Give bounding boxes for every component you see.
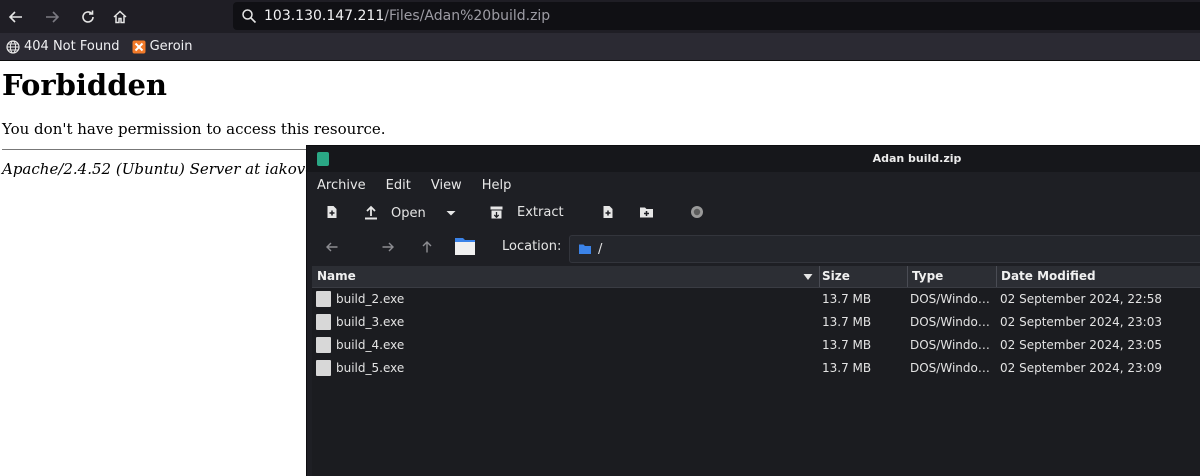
menu-edit[interactable]: Edit <box>376 175 421 197</box>
column-type[interactable]: Type <box>912 266 943 287</box>
table-row[interactable]: build_4.exe 13.7 MB DOS/Windo… 02 Septem… <box>312 334 1200 357</box>
extract-button[interactable]: Extract <box>489 205 564 220</box>
file-size: 13.7 MB <box>822 361 872 375</box>
back-arrow-icon <box>8 10 22 23</box>
forward-arrow-icon <box>382 242 394 252</box>
server-signature: Apache/2.4.52 (Ubuntu) Server at iakovos <box>2 160 322 178</box>
table-row[interactable]: build_5.exe 13.7 MB DOS/Windo… 02 Septem… <box>312 357 1200 380</box>
home-button[interactable] <box>108 5 132 29</box>
archive-toolbar: Open Extract <box>307 202 1200 228</box>
add-folder-icon <box>640 207 653 218</box>
forward-arrow-icon <box>46 10 60 23</box>
extract-icon <box>490 206 503 219</box>
bookmark-geroin[interactable]: Geroin <box>132 39 193 54</box>
location-value: / <box>598 241 603 257</box>
bookmark-404[interactable]: 404 Not Found <box>6 39 120 54</box>
add-file-button[interactable] <box>601 205 615 219</box>
chevron-down-icon <box>446 211 456 216</box>
column-separator[interactable] <box>819 266 820 287</box>
home-folder-icon <box>455 238 475 255</box>
back-button[interactable] <box>4 5 28 29</box>
menu-bar: Archive Edit View Help <box>307 175 521 197</box>
menu-archive[interactable]: Archive <box>307 175 376 197</box>
file-name: build_3.exe <box>336 315 405 329</box>
page-title: Forbidden <box>2 68 168 102</box>
archive-window: Adan build.zip Archive Edit View Help Op… <box>306 145 1200 476</box>
file-type: DOS/Windo… <box>910 361 990 375</box>
open-dropdown[interactable] <box>445 207 457 219</box>
column-separator[interactable] <box>907 266 908 287</box>
column-date-modified[interactable]: Date Modified <box>1001 266 1096 287</box>
exe-file-icon <box>316 291 331 307</box>
file-date: 02 September 2024, 22:58 <box>1000 292 1162 306</box>
file-size: 13.7 MB <box>822 292 872 306</box>
location-forward-button[interactable] <box>381 240 395 254</box>
folder-icon <box>579 244 591 254</box>
upload-icon <box>365 205 377 220</box>
browser-toolbar: 103.130.147.211/Files/Adan%20build.zip <box>0 0 1200 33</box>
location-back-button[interactable] <box>325 240 339 254</box>
open-label: Open <box>391 205 426 221</box>
add-folder-button[interactable] <box>639 205 654 219</box>
menu-help[interactable]: Help <box>472 175 522 197</box>
home-icon <box>113 9 127 23</box>
window-title: Adan build.zip <box>872 152 962 165</box>
column-name[interactable]: Name <box>317 266 356 287</box>
table-row[interactable]: build_2.exe 13.7 MB DOS/Windo… 02 Septem… <box>312 288 1200 311</box>
file-type: DOS/Windo… <box>910 338 990 352</box>
file-date: 02 September 2024, 23:03 <box>1000 315 1162 329</box>
reload-button[interactable] <box>76 5 100 29</box>
file-type: DOS/Windo… <box>910 315 990 329</box>
open-button[interactable]: Open <box>363 205 426 221</box>
exe-file-icon <box>316 314 331 330</box>
file-size: 13.7 MB <box>822 338 872 352</box>
error-message: You don't have permission to access this… <box>2 120 386 138</box>
file-list-header: Name Size Type Date Modified <box>312 266 1200 288</box>
menu-view[interactable]: View <box>421 175 472 197</box>
location-bar: Location: / <box>307 234 1200 263</box>
bookmarks-bar: 404 Not Found Geroin <box>0 33 1200 61</box>
url-host: 103.130.147.211 <box>264 8 385 24</box>
table-row[interactable]: build_3.exe 13.7 MB DOS/Windo… 02 Septem… <box>312 311 1200 334</box>
location-label: Location: <box>502 239 562 254</box>
file-name: build_4.exe <box>336 338 405 352</box>
xampp-icon <box>132 40 146 53</box>
new-file-icon <box>327 206 337 218</box>
file-name: build_2.exe <box>336 292 405 306</box>
exe-file-icon <box>316 360 331 376</box>
file-list: Name Size Type Date Modified build_2.exe… <box>312 266 1200 476</box>
extract-label: Extract <box>517 205 564 220</box>
column-size[interactable]: Size <box>822 266 850 287</box>
file-type: DOS/Windo… <box>910 292 990 306</box>
url-path: /Files/Adan%20build.zip <box>384 8 551 24</box>
location-home-button[interactable] <box>454 236 476 256</box>
up-arrow-icon <box>422 241 432 253</box>
globe-icon <box>6 39 20 54</box>
new-archive-button[interactable] <box>325 205 339 219</box>
exe-file-icon <box>316 337 331 353</box>
url-bar[interactable]: 103.130.147.211/Files/Adan%20build.zip <box>233 2 1200 30</box>
location-field[interactable]: / <box>569 235 1200 263</box>
add-file-icon <box>603 206 613 218</box>
reload-icon <box>82 10 94 23</box>
sort-down-icon[interactable] <box>803 273 813 281</box>
column-separator[interactable] <box>996 266 997 287</box>
search-icon <box>242 9 257 24</box>
file-date: 02 September 2024, 23:09 <box>1000 361 1162 375</box>
back-arrow-icon <box>326 242 338 252</box>
location-up-button[interactable] <box>420 240 434 254</box>
record-icon <box>691 206 703 218</box>
file-date: 02 September 2024, 23:05 <box>1000 338 1162 352</box>
forward-button[interactable] <box>40 5 64 29</box>
properties-button[interactable] <box>690 205 704 219</box>
file-size: 13.7 MB <box>822 315 872 329</box>
file-name: build_5.exe <box>336 361 405 375</box>
bookmark-label: Geroin <box>149 39 193 54</box>
window-titlebar[interactable]: Adan build.zip <box>307 146 1200 172</box>
bookmark-label: 404 Not Found <box>24 39 120 54</box>
